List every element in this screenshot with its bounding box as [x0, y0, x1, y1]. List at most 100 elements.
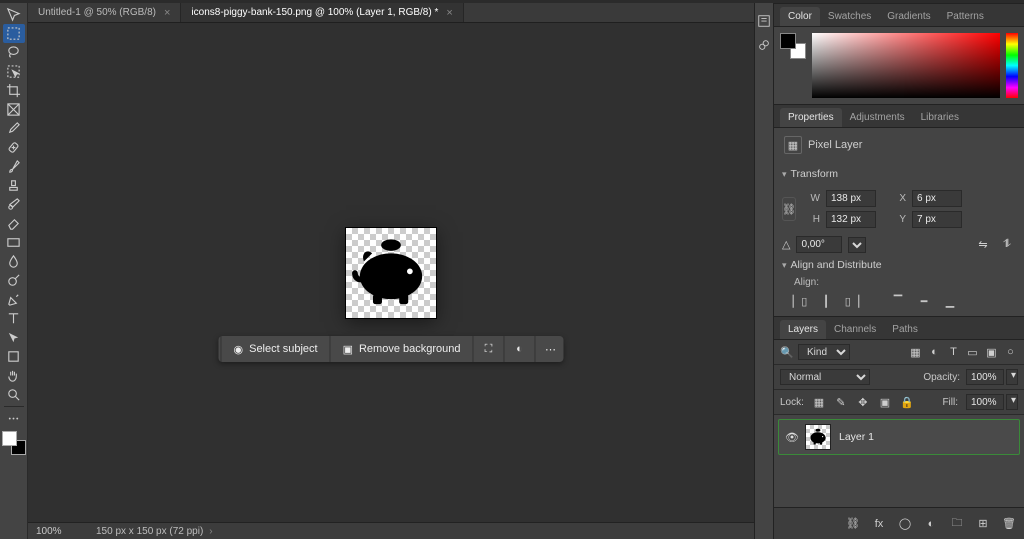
close-icon[interactable]: × [446, 7, 452, 19]
filter-type-icon[interactable]: T [946, 345, 961, 360]
close-icon[interactable]: × [164, 7, 170, 19]
move-tool[interactable] [3, 5, 25, 24]
align-section-header[interactable]: ▾Align and Distribute [782, 259, 1016, 271]
lock-transparency-icon[interactable]: ▦ [812, 395, 826, 409]
collapsed-panel-icon[interactable] [755, 12, 773, 30]
filter-adjustment-icon[interactable]: ◐ [927, 345, 942, 360]
angle-dropdown[interactable] [848, 237, 866, 253]
hand-tool[interactable] [3, 366, 25, 385]
tab-layers[interactable]: Layers [780, 320, 826, 339]
zoom-level[interactable]: 100% [36, 526, 82, 537]
blur-tool[interactable] [3, 252, 25, 271]
opacity-field[interactable] [966, 369, 1004, 385]
lock-position-icon[interactable]: ✥ [856, 395, 870, 409]
filter-smart-icon[interactable]: ▣ [984, 345, 999, 360]
width-field[interactable] [826, 190, 876, 207]
tab-adjustments[interactable]: Adjustments [842, 108, 913, 127]
tab-patterns[interactable]: Patterns [939, 7, 992, 26]
y-field[interactable] [912, 211, 962, 228]
chevron-down-icon: ▾ [782, 169, 787, 180]
hue-slider[interactable] [1006, 33, 1018, 98]
delete-layer-icon[interactable]: 🗑 [1002, 517, 1016, 530]
type-tool[interactable] [3, 309, 25, 328]
document-tab[interactable]: Untitled-1 @ 50% (RGB/8) × [28, 3, 181, 22]
visibility-eye-icon[interactable]: 👁 [785, 431, 799, 444]
tab-gradients[interactable]: Gradients [879, 7, 938, 26]
object-select-tool[interactable] [3, 62, 25, 81]
brush-tool[interactable] [3, 157, 25, 176]
fill-field[interactable] [966, 394, 1004, 410]
crop-tool[interactable] [3, 81, 25, 100]
align-right-icon[interactable]: ▯▕ [844, 294, 860, 308]
pen-tool[interactable] [3, 290, 25, 309]
link-layers-icon[interactable]: ⛓ [846, 517, 860, 530]
chevron-right-icon[interactable]: › [209, 526, 212, 537]
select-subject-button[interactable]: ◉Select subject [223, 337, 327, 362]
new-layer-icon[interactable]: ⊞ [976, 517, 990, 530]
eyedropper-tool[interactable] [3, 119, 25, 138]
layer-name[interactable]: Layer 1 [839, 431, 874, 443]
link-dimensions-icon[interactable]: ⛓ [782, 197, 796, 221]
layer-filter-kind[interactable]: Kind [798, 344, 850, 360]
align-center-v-icon[interactable]: ━ [916, 294, 932, 308]
remove-background-button[interactable]: ▣Remove background [333, 337, 471, 362]
person-icon: ◉ [233, 343, 243, 356]
fill-drop-icon[interactable]: ▾ [1006, 394, 1018, 410]
filter-shape-icon[interactable]: ▭ [965, 345, 980, 360]
document-tab-title: Untitled-1 @ 50% (RGB/8) [38, 7, 156, 18]
tab-swatches[interactable]: Swatches [820, 7, 879, 26]
dodge-tool[interactable] [3, 271, 25, 290]
blend-mode-select[interactable]: Normal [780, 369, 870, 385]
zoom-tool[interactable] [3, 385, 25, 404]
search-icon: 🔍 [780, 345, 794, 359]
lock-artboard-icon[interactable]: ▣ [878, 395, 892, 409]
lock-pixels-icon[interactable]: ✎ [834, 395, 848, 409]
shape-tool[interactable] [3, 347, 25, 366]
more-icon[interactable]: ⋯ [538, 343, 564, 356]
x-field[interactable] [912, 190, 962, 207]
group-icon[interactable]: 🗀 [950, 514, 964, 533]
adjust-icon[interactable]: ◐ [507, 343, 533, 355]
history-brush-tool[interactable] [3, 195, 25, 214]
layer-thumbnail[interactable] [805, 424, 831, 450]
artboard[interactable] [346, 228, 436, 318]
layer-row[interactable]: 👁 Layer 1 [778, 419, 1020, 455]
document-tab[interactable]: icons8-piggy-bank-150.png @ 100% (Layer … [181, 3, 463, 22]
filter-toggle-icon[interactable]: ○ [1003, 345, 1018, 360]
lasso-tool[interactable] [3, 43, 25, 62]
saturation-brightness-picker[interactable] [812, 33, 1000, 98]
foreground-background-colors[interactable] [2, 431, 26, 455]
fx-icon[interactable]: fx [872, 518, 886, 530]
gradient-tool[interactable] [3, 233, 25, 252]
opacity-drop-icon[interactable]: ▾ [1006, 369, 1018, 385]
align-center-h-icon[interactable]: ┃ [818, 294, 834, 308]
flip-horizontal-icon[interactable]: ⇋ [974, 238, 992, 251]
foreground-background-colors[interactable] [780, 33, 806, 59]
mask-icon[interactable]: ◯ [898, 517, 912, 530]
filter-pixel-icon[interactable]: ▦ [908, 345, 923, 360]
edit-toolbar-button[interactable] [3, 409, 25, 428]
canvas[interactable]: ◉Select subject ▣Remove background ⛶ ◐ ⋯ [28, 23, 754, 522]
stamp-tool[interactable] [3, 176, 25, 195]
lock-all-icon[interactable]: 🔒 [900, 395, 914, 409]
tab-libraries[interactable]: Libraries [913, 108, 967, 127]
align-left-icon[interactable]: ▏▯ [792, 294, 808, 308]
collapsed-panel-icon[interactable] [755, 36, 773, 54]
marquee-tool[interactable] [3, 24, 25, 43]
align-bottom-icon[interactable]: ▁ [942, 294, 958, 308]
align-top-icon[interactable]: ▔ [890, 294, 906, 308]
path-select-tool[interactable] [3, 328, 25, 347]
transform-icon[interactable]: ⛶ [476, 343, 502, 356]
tab-channels[interactable]: Channels [826, 320, 884, 339]
adjustment-layer-icon[interactable]: ◐ [924, 518, 938, 530]
transform-section-header[interactable]: ▾Transform [782, 168, 1016, 180]
tab-properties[interactable]: Properties [780, 108, 842, 127]
eraser-tool[interactable] [3, 214, 25, 233]
height-field[interactable] [826, 211, 876, 228]
frame-tool[interactable] [3, 100, 25, 119]
angle-field[interactable] [796, 236, 842, 253]
tab-paths[interactable]: Paths [884, 320, 926, 339]
tab-color[interactable]: Color [780, 7, 820, 26]
flip-vertical-icon[interactable]: ⥮ [998, 238, 1016, 251]
healing-tool[interactable] [3, 138, 25, 157]
